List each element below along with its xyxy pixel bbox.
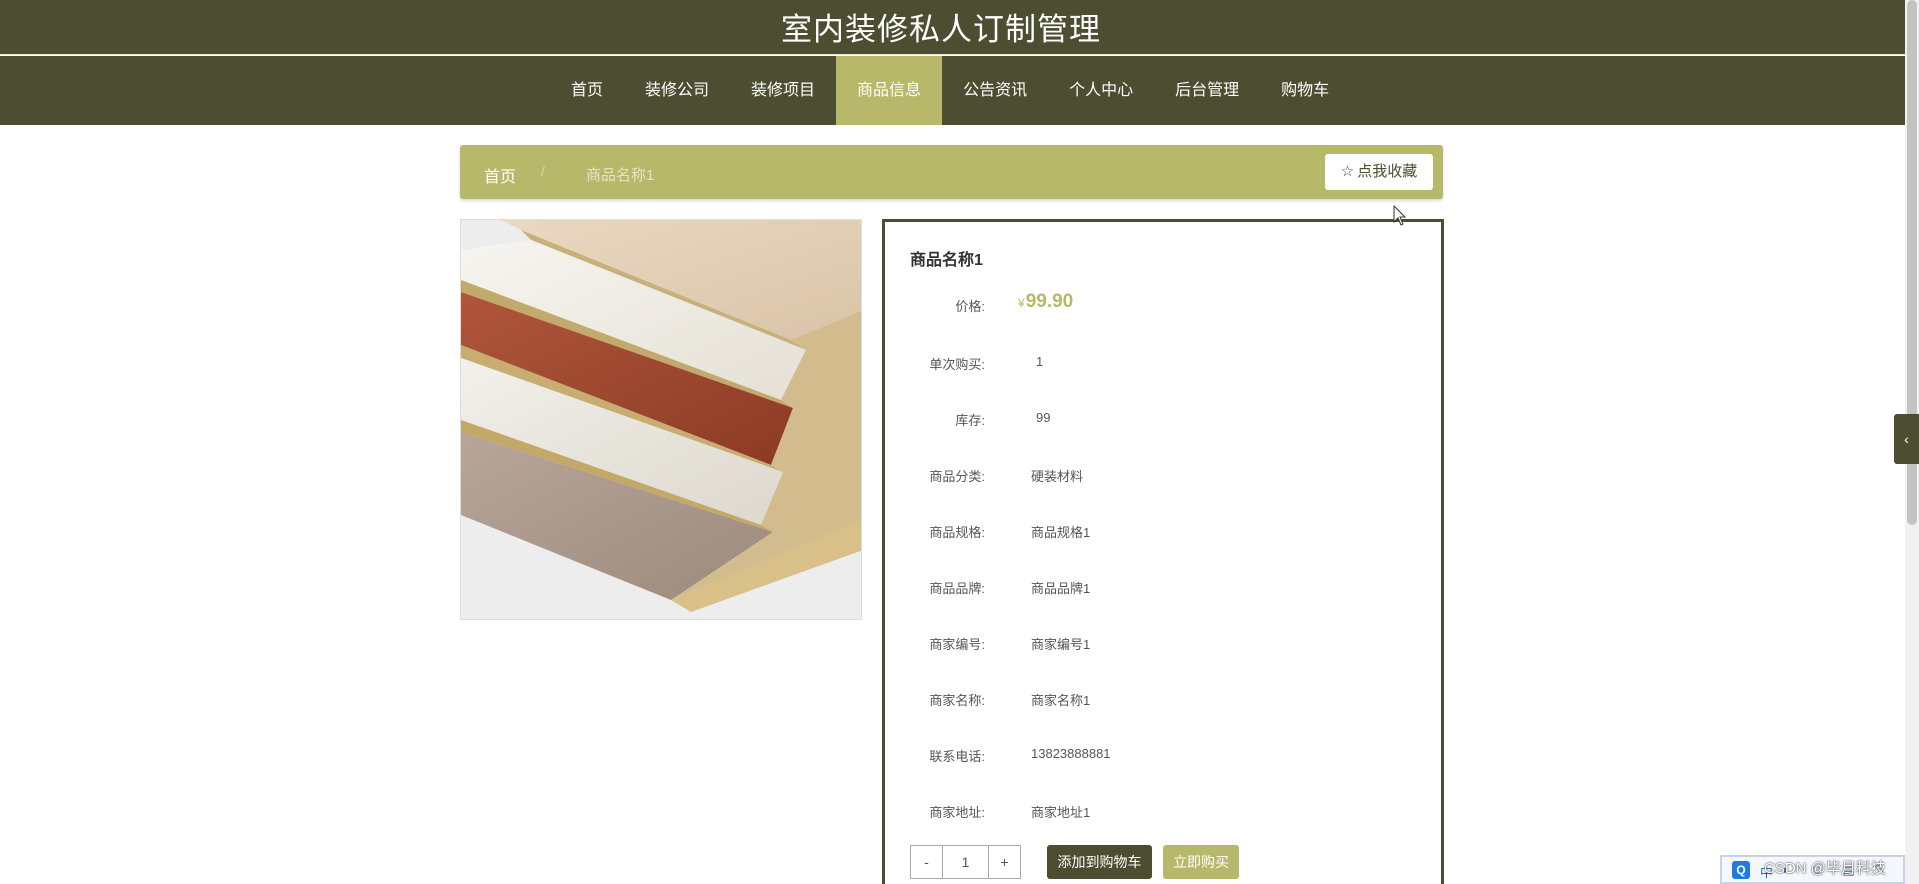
detail-label: 商家编号: bbox=[929, 637, 985, 652]
add-to-cart-button[interactable]: 添加到购物车 bbox=[1047, 845, 1152, 879]
detail-label: 商品分类: bbox=[929, 469, 985, 484]
star-icon: ☆ bbox=[1340, 163, 1355, 180]
price-label: 价格: bbox=[955, 299, 985, 314]
top-header: 室内装修私人订制管理 bbox=[0, 0, 1905, 55]
detail-label: 库存: bbox=[955, 413, 985, 428]
price-value: ¥99.90 bbox=[1018, 291, 1073, 313]
price-amount: 99.90 bbox=[1025, 291, 1074, 312]
nav-item-companies[interactable]: 装修公司 bbox=[624, 56, 730, 125]
watermark: CSDN @毕月科技 bbox=[1764, 860, 1886, 877]
main-nav: 首页 装修公司 装修项目 商品信息 公告资讯 个人中心 后台管理 购物车 bbox=[0, 56, 1905, 125]
product-detail-panel: 商品名称1 价格: ¥99.90 单次购买: 1 库存: 99 商品分类: 硬装… bbox=[882, 219, 1444, 884]
detail-value: 硬装材料 bbox=[1031, 469, 1084, 484]
chevron-left-icon[interactable]: ‹ bbox=[1894, 414, 1919, 464]
product-name: 商品名称1 bbox=[910, 252, 983, 269]
breadcrumb: 首页 / 商品名称1 ☆ 点我收藏 bbox=[460, 145, 1443, 199]
detail-row-spec: 商品规格: 商品规格1 bbox=[885, 522, 1425, 542]
breadcrumb-current: 商品名称1 bbox=[586, 167, 655, 184]
detail-value: 商家地址1 bbox=[1031, 805, 1091, 820]
nav-item-admin[interactable]: 后台管理 bbox=[1154, 56, 1260, 125]
nav-item-products[interactable]: 商品信息 bbox=[836, 56, 943, 125]
favorite-button-label: 点我收藏 bbox=[1357, 163, 1418, 180]
breadcrumb-home-link[interactable]: 首页 bbox=[484, 163, 516, 187]
nav-item-profile[interactable]: 个人中心 bbox=[1048, 56, 1154, 125]
product-image bbox=[460, 219, 862, 620]
nav-list: 首页 装修公司 装修项目 商品信息 公告资讯 个人中心 后台管理 购物车 bbox=[550, 56, 1350, 125]
site-title: 室内装修私人订制管理 bbox=[781, 12, 1101, 47]
detail-value: 商品规格1 bbox=[1031, 525, 1091, 540]
nav-item-cart[interactable]: 购物车 bbox=[1260, 56, 1350, 125]
favorite-button[interactable]: ☆ 点我收藏 bbox=[1325, 154, 1433, 190]
quantity-input[interactable]: 1 bbox=[943, 845, 988, 879]
detail-value: 13823888881 bbox=[1031, 746, 1111, 761]
detail-row-brand: 商品品牌: 商品品牌1 bbox=[885, 578, 1425, 598]
detail-label: 联系电话: bbox=[929, 749, 985, 764]
nav-item-news[interactable]: 公告资讯 bbox=[942, 56, 1048, 125]
quantity-minus-button[interactable]: - bbox=[910, 845, 943, 879]
mouse-cursor-icon bbox=[1393, 205, 1407, 226]
detail-label: 商品品牌: bbox=[929, 581, 985, 596]
detail-row-merchant-name: 商家名称: 商家名称1 bbox=[885, 690, 1425, 710]
buy-now-button[interactable]: 立即购买 bbox=[1163, 845, 1239, 879]
breadcrumb-separator: / bbox=[541, 163, 545, 179]
detail-value: 商品品牌1 bbox=[1031, 581, 1091, 596]
detail-value: 商家名称1 bbox=[1031, 693, 1091, 708]
detail-label: 商品规格: bbox=[929, 525, 985, 540]
quantity-plus-button[interactable]: + bbox=[988, 845, 1021, 879]
nav-item-home[interactable]: 首页 bbox=[550, 56, 624, 125]
detail-value: 商家编号1 bbox=[1031, 637, 1091, 652]
detail-value: 1 bbox=[1036, 354, 1044, 369]
q-icon[interactable]: Q bbox=[1732, 861, 1750, 879]
currency-symbol: ¥ bbox=[1018, 296, 1025, 310]
quantity-stepper: - 1 + bbox=[910, 845, 1021, 879]
detail-label: 商家名称: bbox=[929, 693, 985, 708]
detail-value: 99 bbox=[1036, 410, 1051, 425]
wall-panel-illustration bbox=[461, 220, 861, 619]
detail-row-merchant-id: 商家编号: 商家编号1 bbox=[885, 634, 1425, 654]
detail-row-single-purchase: 单次购买: 1 bbox=[885, 354, 1425, 374]
detail-row-stock: 库存: 99 bbox=[885, 410, 1425, 430]
detail-label: 单次购买: bbox=[929, 357, 985, 372]
detail-row-address: 商家地址: 商家地址1 bbox=[885, 802, 1425, 822]
detail-label: 商家地址: bbox=[929, 805, 985, 820]
nav-item-projects[interactable]: 装修项目 bbox=[730, 56, 836, 125]
price-row: 价格: ¥99.90 bbox=[885, 291, 1425, 316]
detail-row-phone: 联系电话: 13823888881 bbox=[885, 746, 1425, 766]
detail-row-category: 商品分类: 硬装材料 bbox=[885, 466, 1425, 486]
